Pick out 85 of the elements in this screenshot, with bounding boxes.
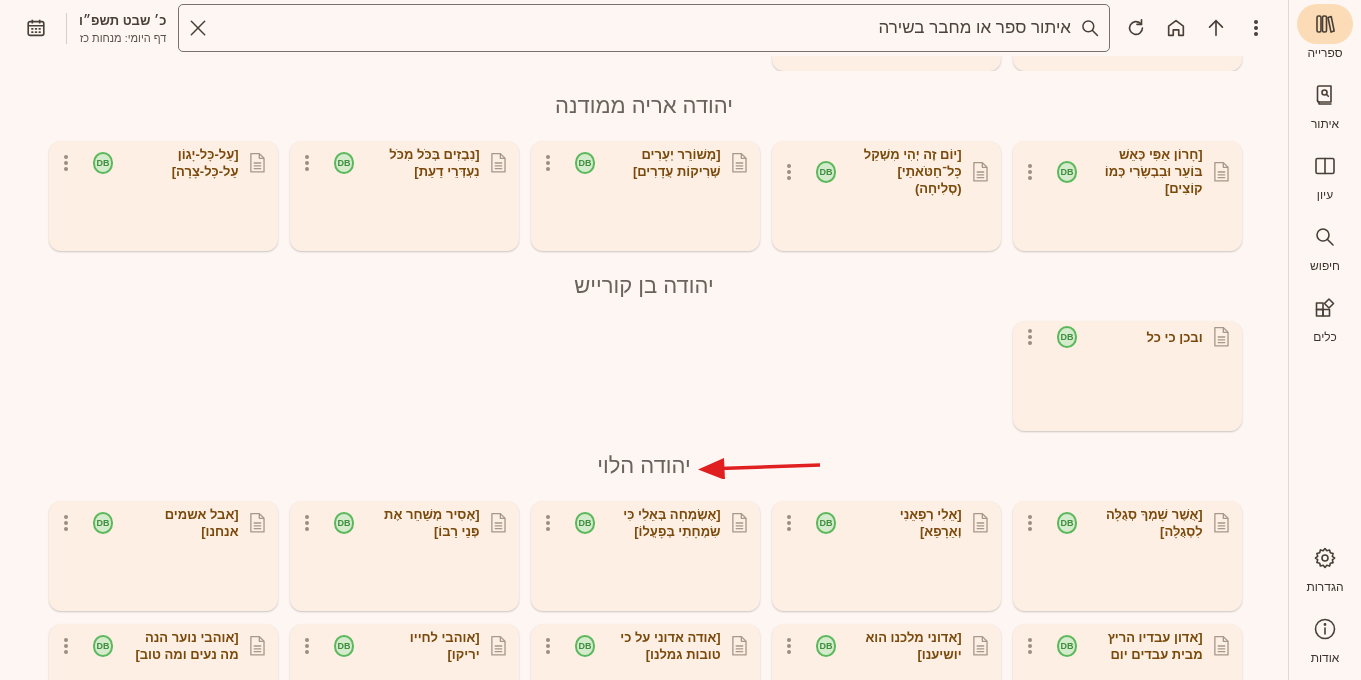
db-badge: DB <box>574 152 596 174</box>
more-icon[interactable] <box>1026 514 1033 532</box>
song-title: [אֶשְׂמְחָה בְּאֵלִי כִּי שִׂמְחָתִי בְּפָעֳלוֹ] <box>622 506 721 540</box>
song-title: [יוֹם זֶה יְהִי מִשְׁקַל כָּל־חַטֹּאתַי] (סְלִיחָה) <box>862 146 962 197</box>
more-icon[interactable] <box>1026 637 1033 655</box>
song-title: [אבל אשמים אנחנו] <box>163 506 239 540</box>
daf-yomi-label: דף היומי: מנחות כז <box>79 31 167 44</box>
db-badge: DB <box>333 152 355 174</box>
calendar-icon[interactable] <box>25 17 47 39</box>
settings-icon <box>1313 546 1337 570</box>
document-icon <box>248 152 266 174</box>
db-badge: DB <box>92 635 114 657</box>
document-icon <box>971 160 989 183</box>
document-icon <box>1212 512 1230 534</box>
song-title: [אדוני מלכנו הוא יושיענו] <box>864 629 962 663</box>
db-badge: DB <box>333 635 355 657</box>
db-badge: DB <box>1056 160 1078 183</box>
more-icon[interactable] <box>62 637 69 655</box>
document-icon <box>730 512 748 534</box>
sidebar-item[interactable]: כלים <box>1297 288 1353 344</box>
more-icon[interactable] <box>785 514 792 532</box>
db-badge: DB <box>574 635 596 657</box>
song-title: [מְשׁוֹרֵר יְעָרִים שְׁרִיקוֹת עֲדָרִים] <box>631 146 721 180</box>
more-icon[interactable] <box>62 154 69 172</box>
song-title: [אדון עבדיו הריץ מבית עבדים יום <box>1106 629 1203 663</box>
more-icon[interactable] <box>303 154 310 172</box>
document-icon <box>1212 635 1230 657</box>
sidebar-item[interactable]: אודות <box>1297 609 1353 665</box>
more-icon[interactable] <box>303 514 310 532</box>
author-heading: יהודה בן קורייש <box>574 273 714 299</box>
more-icon[interactable] <box>303 637 310 655</box>
info-icon <box>1313 617 1337 641</box>
db-badge: DB <box>1056 326 1078 348</box>
sidebar-item[interactable]: הגדרות <box>1297 538 1353 594</box>
song-title: [נִבְזִים בְּכֹּל מִכֹּל נִעְדְּרֵי דַעַת] <box>388 146 480 180</box>
hebrew-date: כ׳ שבט תשפ״ו <box>79 12 167 28</box>
more-icon[interactable] <box>1026 162 1033 181</box>
more-icon[interactable] <box>544 514 551 532</box>
db-badge: DB <box>815 635 837 657</box>
author-heading: יהודה הלוי <box>597 453 691 479</box>
search-field[interactable]: איתור ספר או מחבר בשירה <box>178 4 1110 52</box>
db-badge: DB <box>574 512 596 534</box>
more-icon[interactable] <box>785 637 792 655</box>
sidebar-item[interactable]: איתור <box>1297 75 1353 131</box>
search-icon <box>1313 225 1337 249</box>
db-badge: DB <box>1056 635 1078 657</box>
song-title: [אוהבי לחייו יריקו] <box>408 629 480 663</box>
document-icon <box>730 152 748 174</box>
document-icon <box>1212 326 1230 348</box>
song-title: [אוהבי נוער הנה מה נעים ומה טוב] <box>134 629 239 663</box>
song-title: [אֵלִי רְפָאֵנִי וְאֵרָפֵא] <box>898 506 962 540</box>
song-title: [עַל-כָּל-יָגוֹן עַל-כָּל-צָרָה] <box>170 146 239 180</box>
widgets-icon <box>1313 296 1337 320</box>
document-icon <box>971 512 989 534</box>
db-badge: DB <box>815 160 837 183</box>
document-icon <box>248 635 266 657</box>
more-menu-icon[interactable] <box>1253 19 1259 37</box>
document-icon <box>730 635 748 657</box>
db-badge: DB <box>1056 512 1078 534</box>
author-heading: יהודה אריה ממודנה <box>554 93 734 119</box>
home-icon[interactable] <box>1165 17 1187 39</box>
search-icon <box>1080 18 1100 38</box>
song-title: ובכן כי כל <box>1145 328 1203 346</box>
db-badge: DB <box>333 512 355 534</box>
more-icon[interactable] <box>544 637 551 655</box>
db-badge: DB <box>92 152 114 174</box>
document-icon <box>489 512 507 534</box>
db-badge: DB <box>815 512 837 534</box>
document-icon <box>248 512 266 534</box>
db-badge: DB <box>92 512 114 534</box>
song-title: [חָרוֹן אַפִּי כְּאֵשׁ בּוֹעֵר וּבִבְשָׂרִי כְּמוֹ קוֹצִים] <box>1103 146 1203 197</box>
books-icon <box>1313 12 1337 36</box>
more-icon[interactable] <box>544 154 551 172</box>
document-icon <box>489 635 507 657</box>
sidebar-item[interactable]: עיון <box>1297 146 1353 202</box>
sidebar-item[interactable]: חיפוש <box>1297 217 1353 273</box>
more-icon[interactable] <box>1026 328 1033 346</box>
document-icon <box>1212 160 1230 183</box>
more-icon[interactable] <box>62 514 69 532</box>
document-icon <box>971 635 989 657</box>
song-title: [אָסִיר מְשַׁחֵר אֶת פְּנֵי רַבּוֹ] <box>383 506 480 540</box>
document-icon <box>489 152 507 174</box>
song-title: [אודה אדוני על כי טובות גמלנו] <box>619 629 721 663</box>
song-title: [אֲשֶׁר שָׁמְךָ סְגֻלָּה לִסְגֻלָּה] <box>1105 506 1203 540</box>
more-icon[interactable] <box>785 162 792 181</box>
